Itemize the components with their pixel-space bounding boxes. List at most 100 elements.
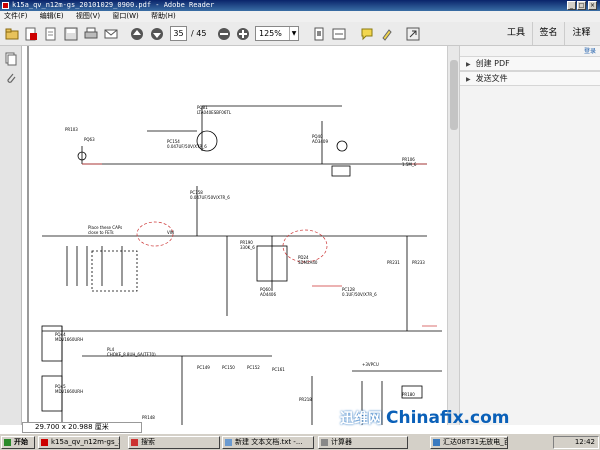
- label-pq81: PQ81 LTA040ESBF06TL: [197, 105, 232, 115]
- menu-edit[interactable]: 编辑(E): [40, 12, 64, 20]
- email-icon[interactable]: [102, 25, 119, 43]
- section-label: 发送文件: [475, 74, 508, 83]
- label-pq44: PQ44 MDV1660URH: [55, 332, 83, 342]
- task-label: 计算器: [331, 438, 352, 446]
- chevron-right-icon: ▶: [466, 61, 471, 68]
- login-link[interactable]: 登录: [584, 46, 596, 55]
- next-page-icon[interactable]: [148, 25, 165, 43]
- label-pc154: PC154 0.047UF/50V/X7R_6: [167, 139, 207, 149]
- label-line: CHOKE_8.8UH_6A(TF70): [107, 352, 156, 357]
- zoom-value: 125%: [259, 29, 282, 38]
- label-line: 330K_6: [240, 245, 255, 250]
- search-app-icon: [131, 439, 138, 446]
- calculator-icon: [321, 439, 328, 446]
- label-pr233: PR233: [412, 260, 425, 265]
- highlight-icon[interactable]: [378, 25, 395, 43]
- label-vin: VIN: [167, 230, 174, 235]
- label-line: 0.047UF/50V/X7R_6: [190, 195, 230, 200]
- menu-view[interactable]: 视图(V): [76, 12, 100, 20]
- attachment-icon[interactable]: [4, 72, 18, 86]
- task-search[interactable]: 搜索: [128, 436, 220, 449]
- label-pq40: PQ40 AO3409: [312, 134, 328, 144]
- chevron-down-icon[interactable]: ▼: [289, 27, 298, 40]
- system-tray: 12:42: [553, 436, 599, 449]
- scrollbar-thumb[interactable]: [450, 60, 458, 130]
- maximize-button[interactable]: □: [577, 1, 586, 10]
- label-pr148: PR148: [142, 415, 155, 420]
- pdf-icon: [41, 439, 48, 446]
- label-line: AO4406: [260, 292, 276, 297]
- print-icon[interactable]: [82, 25, 99, 43]
- zoom-out-icon[interactable]: [215, 25, 232, 43]
- notepad-icon: [225, 439, 232, 446]
- start-label: 开始: [14, 438, 28, 446]
- schematic-drawing: PR103 PQ63 PQ81 LTA040ESBF06TL PC154 0.047…: [27, 46, 442, 425]
- menu-help[interactable]: 帮助(H): [151, 12, 176, 20]
- page-number-input[interactable]: 35: [170, 26, 187, 41]
- save-icon[interactable]: [62, 25, 79, 43]
- task-label: 搜索: [141, 438, 155, 446]
- tools-pane: 登录 ▶ 创建 PDF ▶ 发送文件: [459, 46, 600, 425]
- menu-window[interactable]: 窗口(W): [112, 12, 138, 20]
- section-create-pdf[interactable]: ▶ 创建 PDF: [460, 56, 600, 71]
- menu-file[interactable]: 文件(F): [4, 12, 28, 20]
- label-vcc: +3VPCU: [362, 362, 379, 367]
- watermark-en: Chinafix.com: [386, 408, 510, 428]
- label-line: 0.1UF/50V/X7R_6: [342, 292, 377, 297]
- comment-icon[interactable]: [358, 25, 375, 43]
- fit-width-icon[interactable]: [330, 25, 347, 43]
- windows-logo-icon: [4, 439, 11, 446]
- tab-tools[interactable]: 工具: [500, 22, 532, 45]
- label-line: close to FETs: [88, 230, 114, 235]
- edit-icon[interactable]: [42, 25, 59, 43]
- browser-icon: [433, 439, 440, 446]
- clock[interactable]: 12:42: [575, 438, 595, 446]
- label-pr190: PR190 330K_6: [240, 240, 255, 250]
- page-count: / 45: [191, 29, 207, 38]
- fit-page-icon[interactable]: [310, 25, 327, 43]
- chevron-right-icon: ▶: [466, 76, 471, 83]
- task-label: 新建 文本文档.txt -...: [235, 438, 303, 446]
- previous-page-icon[interactable]: [128, 25, 145, 43]
- start-button[interactable]: 开始: [1, 436, 35, 449]
- label-pq60: PQ60 AO4406: [260, 287, 276, 297]
- label-line: MDV1660URH: [55, 337, 83, 342]
- task-calculator[interactable]: 计算器: [318, 436, 408, 449]
- minimize-button[interactable]: _: [567, 1, 576, 10]
- label-line: LTA040ESBF06TL: [197, 110, 232, 115]
- label-pc158: PC158 0.047UF/50V/X7R_6: [190, 190, 230, 200]
- zoom-select[interactable]: 125% ▼: [255, 26, 299, 41]
- zoom-in-icon[interactable]: [234, 25, 251, 43]
- label-line: 0.047UF/50V/X7R_6: [167, 144, 207, 149]
- label-pc150: PC150: [222, 365, 235, 370]
- task-browser[interactable]: 汇达08T31无放电_百...: [430, 436, 508, 449]
- label-pl4: PL4 CHOKE_8.8UH_6A(TF70): [107, 347, 156, 357]
- menu-bar: 文件(F) 编辑(E) 视图(V) 窗口(W) 帮助(H): [0, 11, 600, 22]
- label-line: AO3409: [312, 139, 328, 144]
- expand-icon[interactable]: [404, 25, 421, 43]
- title-bar: k15a_qv_n12m-gs_20101029_0900.pdf - Adob…: [0, 0, 600, 11]
- label-pc152: PC152: [247, 365, 260, 370]
- tab-comment[interactable]: 注释: [564, 22, 598, 45]
- vertical-scrollbar[interactable]: [447, 46, 459, 425]
- label-pq45: PQ45 MDV1660URH: [55, 384, 83, 394]
- create-pdf-icon[interactable]: [22, 25, 39, 43]
- page-thumbnails-icon[interactable]: [4, 52, 18, 66]
- label-pr218: PR218: [299, 397, 312, 402]
- task-notepad[interactable]: 新建 文本文档.txt -...: [222, 436, 314, 449]
- open-icon[interactable]: [3, 25, 20, 43]
- close-button[interactable]: ×: [588, 1, 597, 10]
- adobe-reader-icon: [2, 2, 9, 9]
- label-line: SDM2A40: [298, 260, 318, 265]
- tab-sign[interactable]: 签名: [532, 22, 564, 45]
- window-title: k15a_qv_n12m-gs_20101029_0900.pdf - Adob…: [12, 1, 215, 9]
- label-pc149: PC149: [197, 365, 210, 370]
- task-label: 汇达08T31无放电_百...: [443, 438, 507, 446]
- label-pc128: PC128 0.1UF/50V/X7R_6: [342, 287, 377, 297]
- document-view[interactable]: PR103 PQ63 PQ81 LTA040ESBF06TL PC154 0.047…: [22, 46, 447, 425]
- label-pd24: PD24 SDM2A40: [298, 255, 318, 265]
- task-adobe-reader[interactable]: k15a_qv_n12m-gs_20...: [38, 436, 120, 449]
- section-send-file[interactable]: ▶ 发送文件: [460, 71, 600, 86]
- label-line: MDV1660URH: [55, 389, 83, 394]
- taskbar: 开始 k15a_qv_n12m-gs_20... 搜索 新建 文本文档.txt …: [0, 433, 600, 450]
